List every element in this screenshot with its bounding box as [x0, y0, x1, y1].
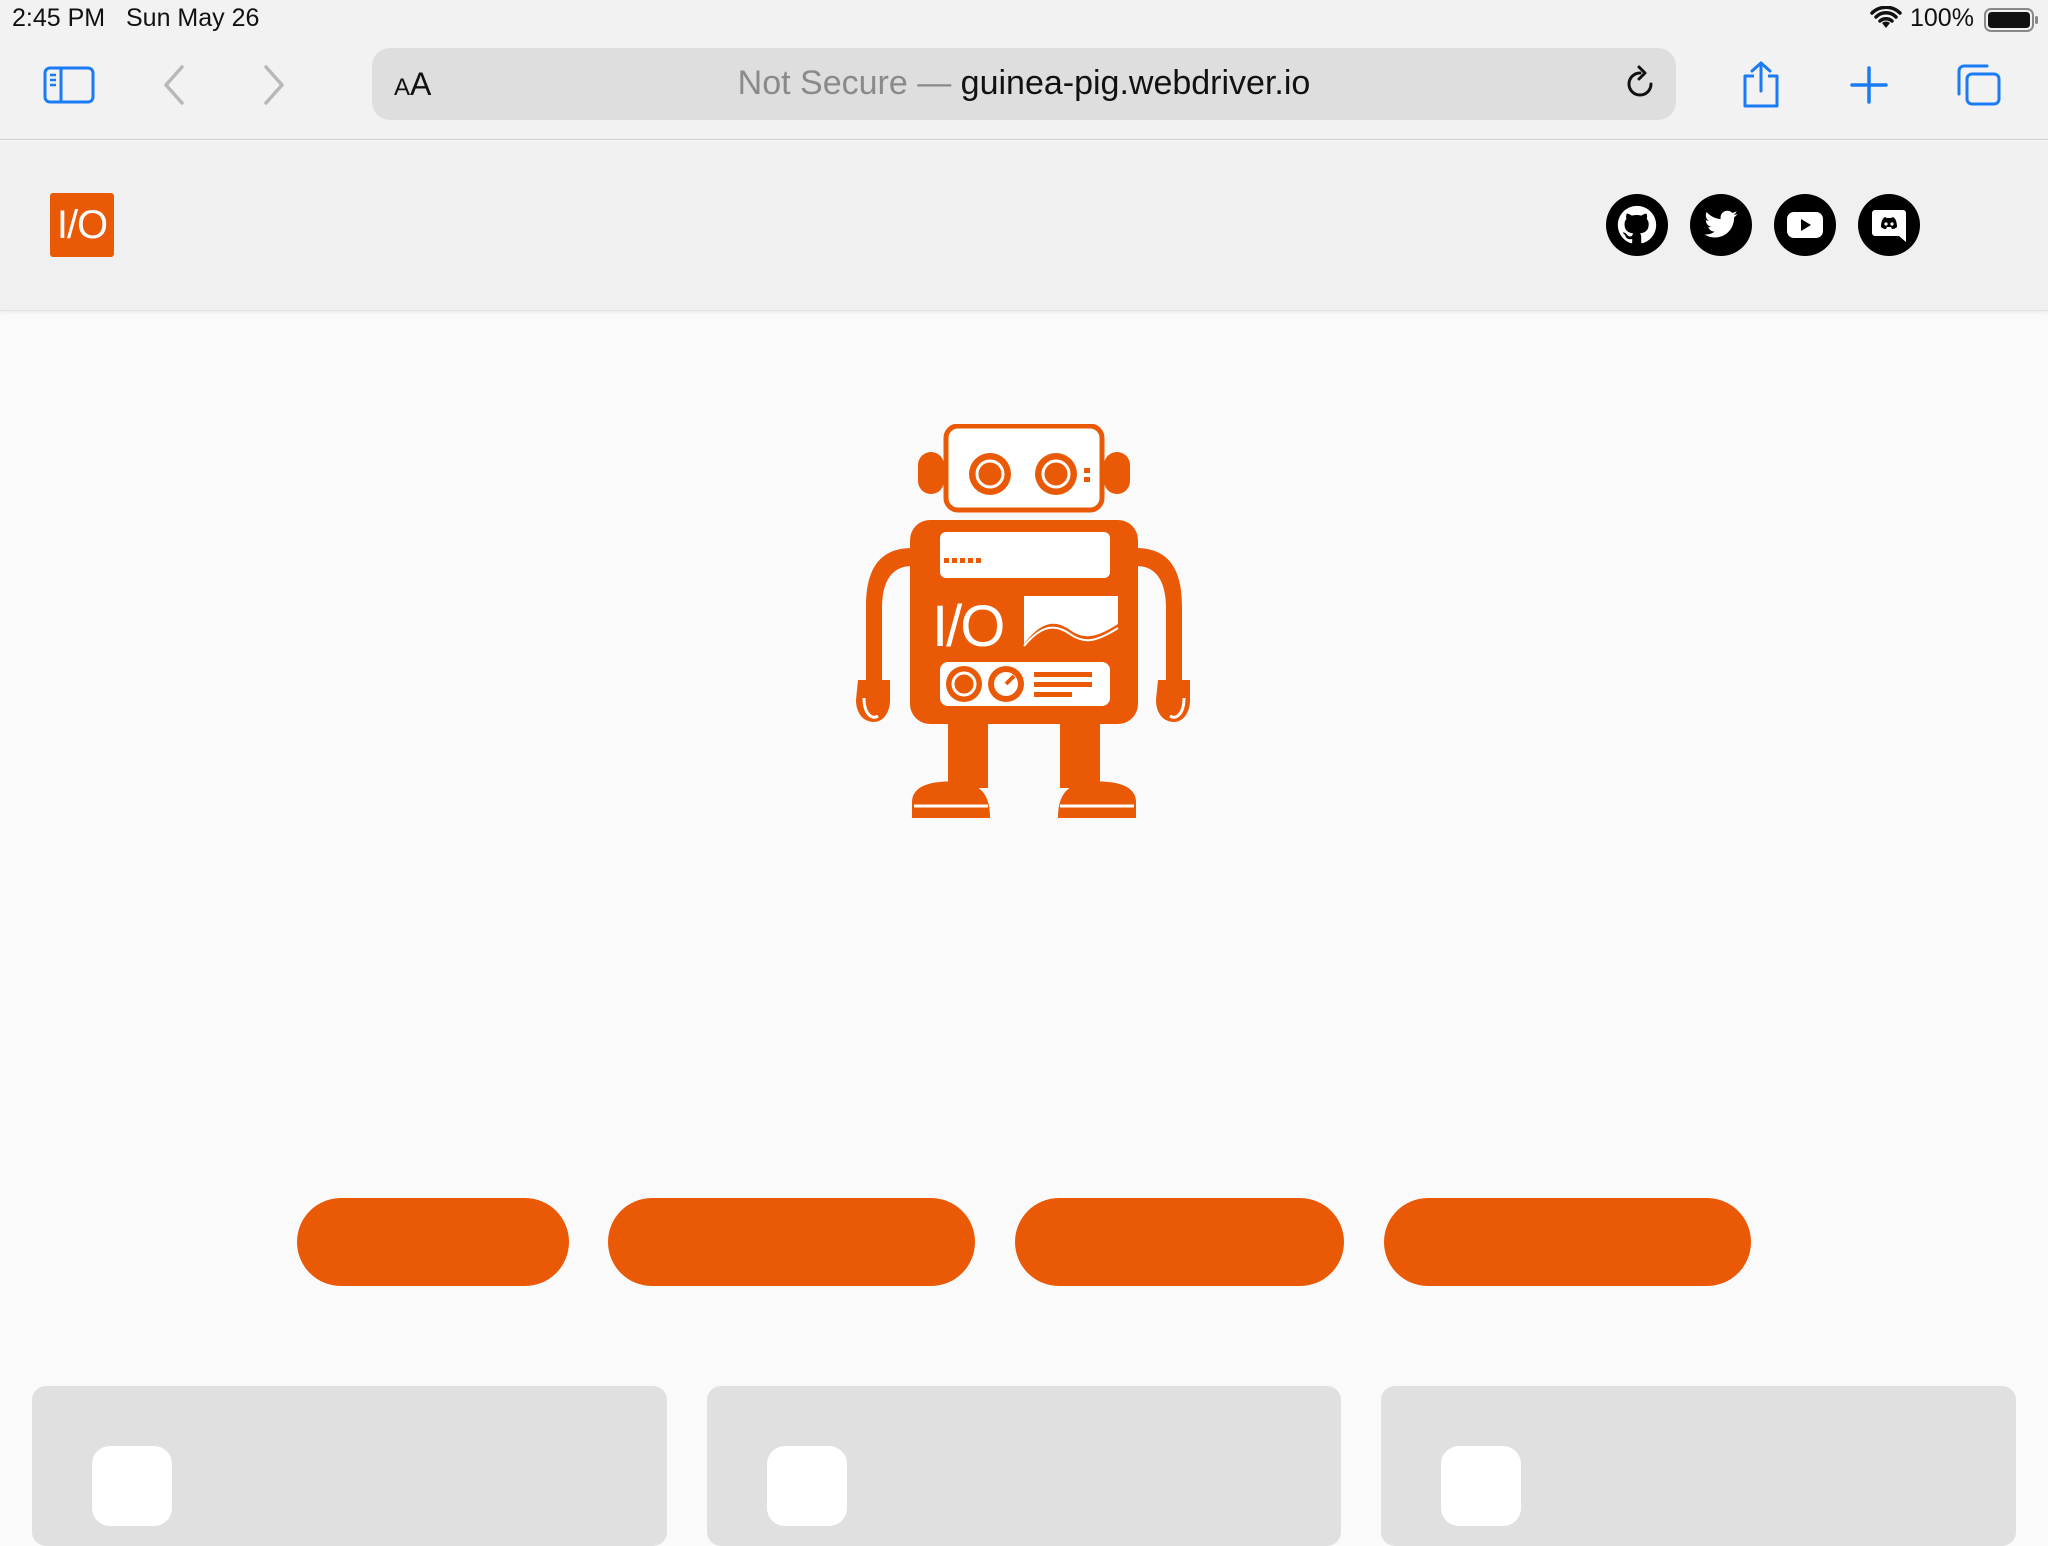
- github-link[interactable]: [1606, 194, 1668, 256]
- discord-link[interactable]: [1858, 194, 1920, 256]
- tabs-icon: [1957, 64, 2001, 106]
- battery-percent: 100%: [1910, 4, 1974, 32]
- not-secure-label: Not Secure —: [737, 64, 952, 102]
- back-icon: [164, 65, 184, 105]
- discord-icon: [1872, 210, 1906, 242]
- url-host: guinea-pig.webdriver.io: [960, 64, 1311, 102]
- new-tab-button[interactable]: [1842, 58, 1896, 112]
- status-time: 2:45 PM: [12, 4, 106, 32]
- twitter-link[interactable]: [1690, 194, 1752, 256]
- tabs-overview-button[interactable]: [1952, 58, 2006, 112]
- youtube-icon: [1787, 212, 1823, 238]
- share-button[interactable]: [1734, 58, 1788, 112]
- hero-pill-button-3[interactable]: [1015, 1198, 1344, 1286]
- hero-pill-button-2[interactable]: [608, 1198, 975, 1286]
- robot-illustration: I/O: [856, 424, 1190, 818]
- hero-pill-button-4[interactable]: [1384, 1198, 1751, 1286]
- youtube-link[interactable]: [1774, 194, 1836, 256]
- card-icon-placeholder: [767, 1446, 847, 1526]
- forward-button[interactable]: [246, 58, 300, 112]
- feature-card-2[interactable]: [707, 1386, 1341, 1546]
- github-icon: [1617, 205, 1657, 244]
- card-icon-placeholder: [1441, 1446, 1521, 1526]
- status-date: Sun May 26: [126, 4, 260, 32]
- logo-text: I/O: [56, 202, 108, 247]
- address-bar[interactable]: AA Not Secure — guinea-pig.webdriver.io: [372, 48, 1676, 120]
- plus-icon: [1850, 66, 1888, 104]
- sidebar-icon: [43, 66, 95, 104]
- battery-icon: [1984, 8, 2038, 32]
- wifi-icon: [1870, 6, 1902, 28]
- feature-card-3[interactable]: [1381, 1386, 2016, 1546]
- sidebar-button[interactable]: [42, 58, 96, 112]
- forward-icon: [264, 65, 284, 105]
- hero-pill-button-1[interactable]: [297, 1198, 569, 1286]
- reload-icon[interactable]: [1618, 62, 1662, 106]
- twitter-icon: [1704, 210, 1738, 238]
- svg-text:I/O: I/O: [932, 594, 1003, 659]
- url-text[interactable]: Not Secure — guinea-pig.webdriver.io: [372, 64, 1676, 103]
- card-icon-placeholder: [92, 1446, 172, 1526]
- back-button[interactable]: [148, 58, 202, 112]
- site-logo[interactable]: I/O: [50, 193, 114, 257]
- browser-chrome: 2:45 PM Sun May 26 100% AA Not Secure — …: [0, 0, 2048, 140]
- share-icon: [1743, 61, 1779, 108]
- feature-card-1[interactable]: [32, 1386, 667, 1546]
